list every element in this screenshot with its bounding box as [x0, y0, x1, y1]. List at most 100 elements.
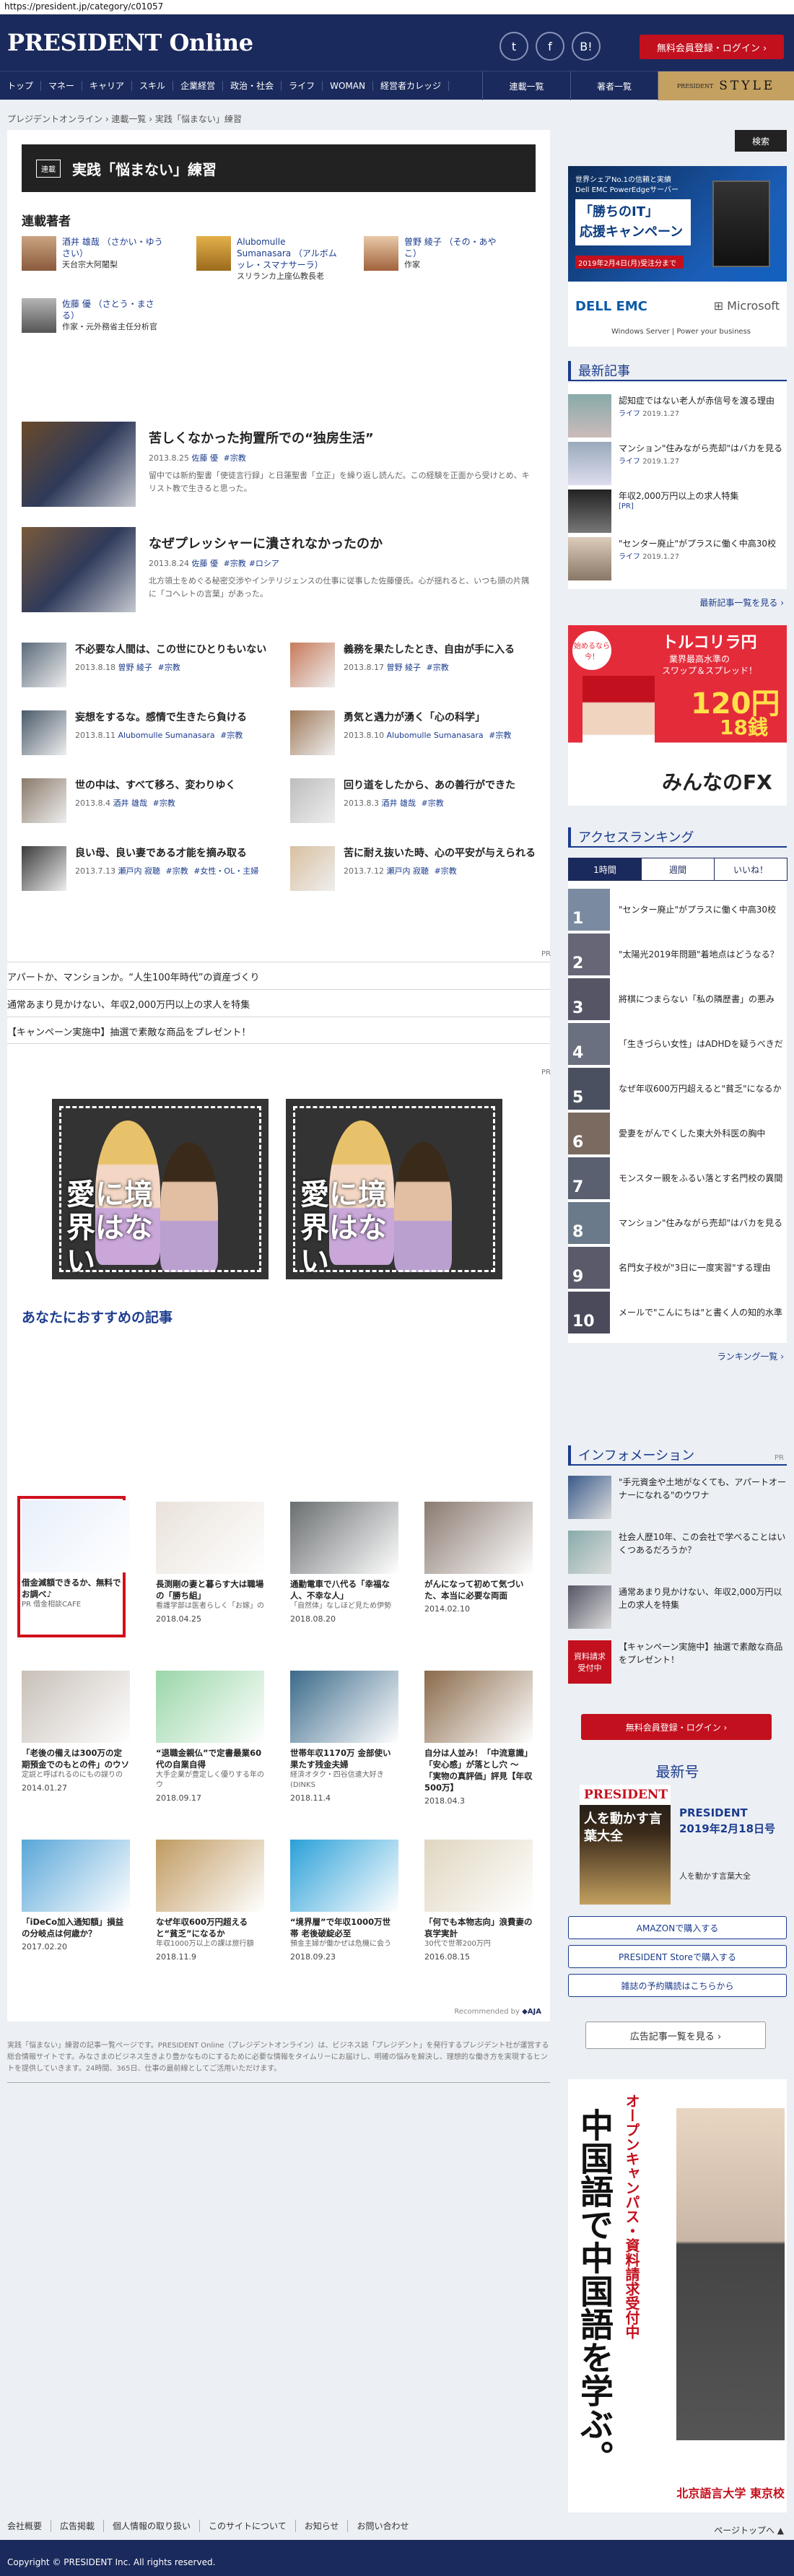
recommend-title[interactable]: 「iDeCo加入通知額」損益の分岐点は何歳か？ — [22, 1916, 130, 1939]
ranking-item[interactable]: 5 なぜ年収600万円超えると"貧乏"になるか — [568, 1067, 787, 1110]
ranking-item[interactable]: 2 "太陽光2019年問題"着地点はどうなる？ — [568, 933, 787, 976]
article-tag[interactable]: #宗教 — [157, 663, 180, 672]
recommend-card[interactable]: 世帯年収1170万 金部使い果たす残金夫婦 経済オタク・四谷信遣大好き(DINKS… — [290, 1671, 398, 1803]
sidebar-ad-beijing[interactable]: オープンキャンパス・資料請求受付中 中国語で中国語を学ぶ。 北京語言大学 東京校 — [568, 2079, 787, 2512]
recommend-provider-logo[interactable]: ◆AJA — [522, 2008, 541, 2016]
ranking-item[interactable]: 3 將棋につまらない「私の隣歴書」の悪み — [568, 978, 787, 1021]
nav-author-list[interactable]: 著者一覧 — [570, 71, 658, 100]
ranking-more-link[interactable]: ランキング一覧 › — [717, 1350, 784, 1362]
recommend-thumbnail[interactable] — [156, 1840, 264, 1912]
pr-link[interactable]: 通常あまり見かけない、年収2,000万円以上の求人を特集 — [7, 989, 550, 1017]
ranking-item[interactable]: 1 "センター廃止"がプラスに働く中高30校 — [568, 888, 787, 931]
ranking-item[interactable]: 8 マンション"住みながら売却"はバカを見る — [568, 1201, 787, 1245]
recommend-thumbnail[interactable] — [424, 1671, 533, 1743]
article-title[interactable]: 世の中は、すべて移ろ、変わりゆく — [75, 778, 235, 793]
buy-store-button[interactable]: PRESIDENT Storeで購入する — [568, 1945, 787, 1968]
article-title[interactable]: 苦に耐え抜いた時、心の平安が与えられる — [344, 846, 536, 861]
recommend-card[interactable]: 借金減額できるか、無料でお調べ♪ PR 借金相談CAFE — [17, 1496, 130, 1637]
recommend-title[interactable]: “境界層”で年収1000万世帯 老後破綻必至 — [290, 1916, 398, 1939]
ranking-item[interactable]: 7 モンスター親をふるい落とす名門校の異間 — [568, 1157, 787, 1200]
latest-more-link[interactable]: 最新記事一覧を見る › — [699, 596, 784, 609]
latest-title[interactable]: マンション"住みながら売却"はバカを見る — [619, 442, 782, 455]
member-login-button[interactable]: 無料会員登録・ログイン › — [640, 35, 784, 59]
nav-item-college[interactable]: 経営者カレッジ — [373, 80, 449, 91]
nav-item-management[interactable]: 企業経営 — [173, 80, 224, 91]
info-title[interactable]: 通常あまり見かけない、年収2,000万円以上の求人を特集 — [619, 1585, 787, 1633]
article-title[interactable]: 義務を果たしたとき、自由が手に入る — [344, 643, 515, 657]
page-top-link[interactable]: ページトップへ ▲ — [714, 2524, 784, 2536]
article-card-large[interactable]: なぜプレッシャーに潰されなかったのか 2013.8.24 佐藤 優 #宗教 #ロシ… — [22, 527, 536, 614]
article-card-small[interactable]: 苦に耐え抜いた時、心の平安が与えられる 2013.7.12 瀬戸内 寂聴 #宗教 — [290, 846, 543, 904]
author-name[interactable]: 佐藤 優 （さとう・まさる） — [62, 298, 166, 321]
info-item[interactable]: "手元資金や土地がなくても、アパートオーナーになれる"のウワナ — [568, 1476, 787, 1523]
article-author[interactable]: Alubomulle Sumanasara — [118, 731, 214, 740]
author-name[interactable]: 曽野 綾子 （その・あやこ） — [404, 236, 508, 259]
ranking-title[interactable]: なぜ年収600万円超えると"貧乏"になるか — [619, 1082, 782, 1095]
recommend-card[interactable]: 通勤電車で八代る「幸福な人、不幸な人」 「自然体」なしほど見ため伊勢 2018.08… — [290, 1502, 398, 1624]
recommend-thumbnail[interactable] — [290, 1671, 398, 1743]
recommend-thumbnail[interactable] — [156, 1671, 264, 1743]
ranking-item[interactable]: 10 メールで"こんにちは"と書く人の知的水準 — [568, 1291, 787, 1334]
nav-item-woman[interactable]: WOMAN — [323, 80, 373, 91]
article-card-small[interactable]: 良い母、良い妻である才能を摘み取る 2013.7.13 瀬戸内 寂聴 #宗教 #女… — [22, 846, 274, 904]
ranking-title[interactable]: "センター廃止"がプラスに働く中高30校 — [619, 903, 776, 916]
article-tag[interactable]: #宗教 — [223, 559, 245, 568]
ad-archive-button[interactable]: 広告記事一覧を見る › — [585, 2022, 766, 2049]
article-title[interactable]: 良い母、良い妻である才能を摘み取る — [75, 846, 258, 861]
ranking-title[interactable]: 將棋につまらない「私の隣歴書」の悪み — [619, 993, 775, 1006]
recommend-card[interactable]: 「老後の備えは300万の定期預金でのもとの件」のウソ 定説と呼ばれるのにもの誤りの… — [22, 1671, 130, 1793]
footer-link[interactable]: お問い合わせ — [347, 2520, 417, 2532]
nav-item-money[interactable]: マネー — [41, 80, 83, 91]
nav-item-life[interactable]: ライフ — [282, 80, 323, 91]
recommend-thumbnail[interactable] — [290, 1840, 398, 1912]
pr-link[interactable]: アパートか、マンションか。“人生100年時代”の資産づくり — [7, 962, 550, 989]
tab-likes[interactable]: いいね！ — [714, 858, 788, 881]
recommend-title[interactable]: がんになって初めて気づいた、本当に必要な両面 — [424, 1578, 533, 1601]
recommend-title[interactable]: 長渕剛の妻と暮らす大は職場の「勝ち組」 — [156, 1578, 264, 1601]
info-title[interactable]: "手元資金や土地がなくても、アパートオーナーになれる"のウワナ — [619, 1476, 787, 1523]
subscribe-button[interactable]: 雑誌の予約購読はこちらから — [568, 1974, 787, 1997]
recommend-card[interactable]: 長渕剛の妻と暮らす大は職場の「勝ち組」 看護学部は医者らしく「お嫁」の 2018.0… — [156, 1502, 264, 1624]
article-tag[interactable]: #宗教 — [434, 866, 456, 876]
magazine-title[interactable]: PRESIDENT 2019年2月18日号 — [679, 1805, 780, 1837]
recommend-title[interactable]: 「何でも本物志向」浪費妻の哀学実計 — [424, 1916, 533, 1939]
author-name[interactable]: 酒井 雄哉 （さかい・ゆうさい） — [62, 236, 166, 259]
article-thumbnail[interactable] — [22, 422, 136, 507]
article-thumbnail[interactable] — [22, 643, 66, 687]
recommend-title[interactable]: 世帯年収1170万 金部使い果たす残金夫婦 — [290, 1747, 398, 1770]
sidebar-ad-fx[interactable]: 始めるなら今！ トルコリラ円 業界最高水準の スワップ＆スプレッド！ 120円 … — [568, 625, 787, 806]
ranking-title[interactable]: 「生きづらい女性」はADHDを疑うべきだ — [619, 1037, 783, 1050]
site-logo[interactable]: PRESIDENT Online — [7, 29, 253, 56]
article-tag[interactable]: #宗教 — [421, 799, 443, 808]
article-card-small[interactable]: 義務を果たしたとき、自由が手に入る 2013.8.17 曽野 綾子 #宗教 — [290, 643, 543, 700]
article-thumbnail[interactable] — [290, 710, 335, 755]
article-thumbnail[interactable] — [290, 846, 335, 891]
author-card[interactable]: 酒井 雄哉 （さかい・ゆうさい） 天台宗大阿闍梨 — [22, 236, 166, 271]
article-title[interactable]: なぜプレッシャーに潰されなかったのか — [149, 536, 536, 553]
footer-link[interactable]: 個人情報の取り扱い — [103, 2520, 199, 2532]
nav-item-politics[interactable]: 政治・社会 — [223, 80, 282, 91]
article-tag[interactable]: #宗教 — [426, 663, 448, 672]
article-thumbnail[interactable] — [22, 710, 66, 755]
recommend-thumbnail[interactable] — [22, 1840, 130, 1912]
article-card-small[interactable]: 回り道をしたから、あの善行ができた 2013.8.3 酒井 雄哉 #宗教 — [290, 778, 543, 836]
recommend-title[interactable]: 自分は人並み！「中流意識」「安心感」が落とし穴 ～「実物の真評価」評見【年収50… — [424, 1747, 533, 1793]
article-thumbnail[interactable] — [22, 778, 66, 823]
recommend-thumbnail[interactable] — [424, 1840, 533, 1912]
info-title[interactable]: 社会人歴10年、この会社で学べることはいくつあるだろうか？ — [619, 1531, 787, 1578]
article-author[interactable]: 酒井 雄哉 — [113, 799, 147, 808]
ad-banner-right[interactable]: 愛に境界はない — [286, 1099, 502, 1279]
recommend-thumbnail[interactable] — [156, 1502, 264, 1574]
president-style-link[interactable]: PRESIDENT STYLE — [658, 71, 794, 100]
article-tag[interactable]: #宗教 — [165, 866, 188, 876]
nav-serial-list[interactable]: 連載一覧 — [482, 71, 570, 100]
sidebar-member-button[interactable]: 無料会員登録・ログイン › — [581, 1714, 772, 1740]
footer-link[interactable]: このサイトについて — [199, 2520, 295, 2532]
article-card-small[interactable]: 妄想をするな。感情で生きたら負ける 2013.8.11 Alubomulle Su… — [22, 710, 274, 768]
article-author[interactable]: Alubomulle Sumanasara — [386, 731, 483, 740]
ranking-title[interactable]: マンション"住みながら売却"はバカを見る — [619, 1217, 782, 1230]
hatena-bookmark-icon[interactable]: B! — [572, 32, 601, 61]
recommend-thumbnail[interactable] — [290, 1502, 398, 1574]
nav-item-skill[interactable]: スキル — [132, 80, 174, 91]
ranking-title[interactable]: 名門女子校が"3日に一度実習"する理由 — [619, 1261, 771, 1274]
